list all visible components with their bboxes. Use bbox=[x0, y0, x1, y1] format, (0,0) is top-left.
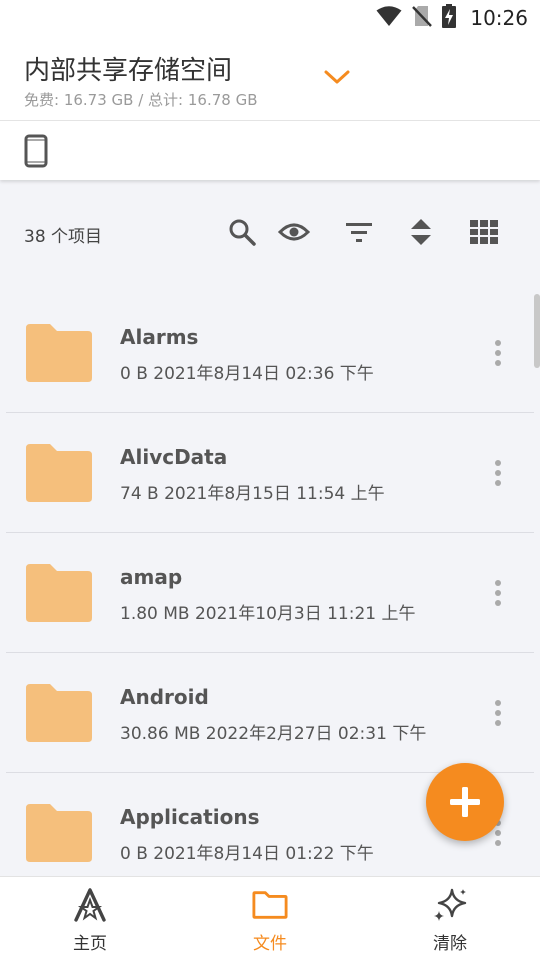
nav-clean-label: 清除 bbox=[433, 934, 467, 954]
file-name: AlivcData bbox=[120, 445, 228, 469]
nav-files[interactable]: 文件 bbox=[210, 877, 330, 960]
list-item[interactable]: AlivcData 74 B 2021年8月15日 11:54 上午 bbox=[6, 413, 534, 533]
list-item[interactable]: Android 30.86 MB 2022年2月27日 02:31 下午 bbox=[6, 653, 534, 773]
more-vert-icon bbox=[495, 580, 501, 606]
file-meta: 30.86 MB 2022年2月27日 02:31 下午 bbox=[120, 724, 427, 744]
more-options-button[interactable] bbox=[484, 333, 512, 373]
file-meta: 74 B 2021年8月15日 11:54 上午 bbox=[120, 484, 385, 504]
no-sim-icon bbox=[412, 4, 433, 32]
folder-outline-icon bbox=[252, 887, 288, 923]
nav-files-label: 文件 bbox=[253, 934, 287, 954]
phone-icon[interactable] bbox=[22, 133, 50, 169]
battery-charging-icon bbox=[442, 4, 457, 32]
storage-dropdown-button[interactable] bbox=[318, 60, 356, 94]
wifi-icon bbox=[376, 5, 402, 31]
sort-icon bbox=[411, 219, 431, 245]
filter-button[interactable] bbox=[339, 212, 379, 252]
list-item[interactable]: amap 1.80 MB 2021年10月3日 11:21 上午 bbox=[6, 533, 534, 653]
storage-total: 总计: 16.78 GB bbox=[148, 91, 258, 109]
more-options-button[interactable] bbox=[484, 453, 512, 493]
search-button[interactable] bbox=[222, 212, 262, 252]
status-bar: 10:26 bbox=[0, 0, 540, 36]
filter-icon bbox=[346, 223, 372, 242]
folder-icon bbox=[26, 684, 92, 742]
sort-button[interactable] bbox=[401, 212, 441, 252]
file-meta: 1.80 MB 2021年10月3日 11:21 上午 bbox=[120, 604, 416, 624]
folder-icon bbox=[26, 804, 92, 862]
search-icon bbox=[229, 219, 256, 246]
file-name: Android bbox=[120, 685, 209, 709]
scrollbar[interactable] bbox=[534, 294, 540, 368]
storage-separator: / bbox=[133, 91, 149, 109]
chevron-down-icon bbox=[324, 70, 350, 84]
storage-title: 内部共享存储空间 bbox=[24, 56, 233, 86]
add-button[interactable] bbox=[426, 763, 504, 841]
storage-free: 免费: 16.73 GB bbox=[24, 91, 134, 109]
more-vert-icon bbox=[495, 700, 501, 726]
nav-clean[interactable]: 清除 bbox=[390, 877, 510, 960]
plus-icon bbox=[450, 787, 480, 817]
file-meta: 0 B 2021年8月14日 02:36 下午 bbox=[120, 364, 374, 384]
folder-icon bbox=[26, 324, 92, 382]
nav-home[interactable]: 主页 bbox=[30, 877, 150, 960]
more-options-button[interactable] bbox=[484, 573, 512, 613]
home-logo-icon bbox=[72, 887, 108, 923]
grid-view-icon bbox=[470, 220, 498, 244]
breadcrumb bbox=[0, 121, 540, 180]
eye-icon bbox=[278, 223, 310, 241]
file-name: Alarms bbox=[120, 325, 199, 349]
sparkle-icon bbox=[432, 887, 468, 923]
storage-usage: 免费: 16.73 GB / 总计: 16.78 GB bbox=[24, 89, 258, 110]
file-name: amap bbox=[120, 565, 183, 589]
bottom-nav: 主页 文件 清除 bbox=[0, 876, 540, 960]
folder-icon bbox=[26, 444, 92, 502]
folder-icon bbox=[26, 564, 92, 622]
file-meta: 0 B 2021年8月14日 01:22 下午 bbox=[120, 844, 374, 864]
status-time: 10:26 bbox=[470, 6, 528, 30]
file-name: Applications bbox=[120, 805, 260, 829]
storage-header[interactable]: 内部共享存储空间 免费: 16.73 GB / 总计: 16.78 GB bbox=[0, 36, 540, 120]
visibility-button[interactable] bbox=[274, 212, 314, 252]
nav-home-label: 主页 bbox=[73, 934, 107, 954]
item-count: 38 个项目 bbox=[24, 227, 103, 247]
more-vert-icon bbox=[495, 460, 501, 486]
list-item[interactable]: Alarms 0 B 2021年8月14日 02:36 下午 bbox=[6, 293, 534, 413]
status-icons: 10:26 bbox=[376, 4, 528, 32]
grid-view-button[interactable] bbox=[464, 212, 504, 252]
more-options-button[interactable] bbox=[484, 693, 512, 733]
toolbar: 38 个项目 bbox=[0, 200, 540, 264]
more-vert-icon bbox=[495, 340, 501, 366]
